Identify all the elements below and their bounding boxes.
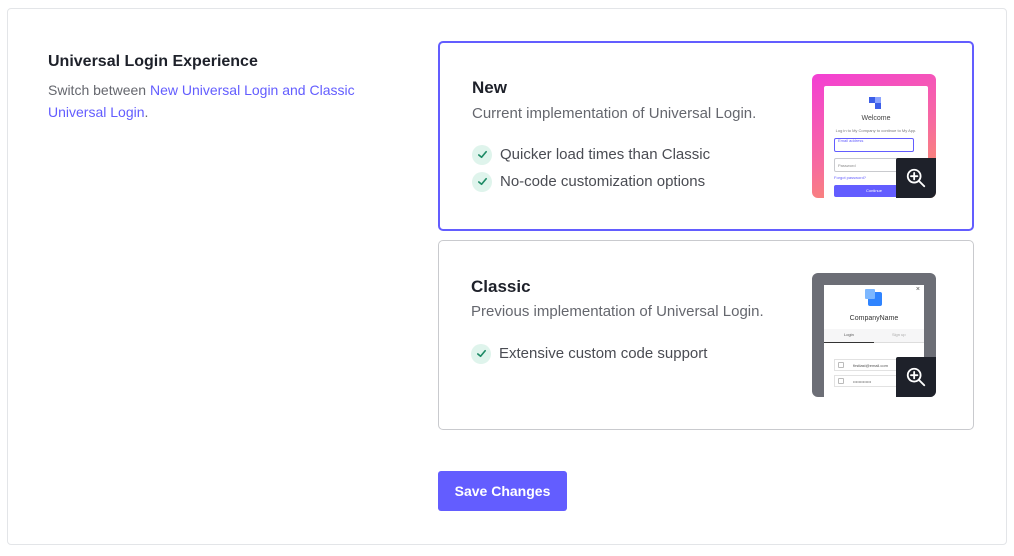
check-icon <box>472 171 492 192</box>
section-title: Universal Login Experience <box>48 53 258 70</box>
feature-label: Extensive custom code support <box>499 345 708 362</box>
zoom-in-icon <box>906 367 926 387</box>
classic-universal-login-option[interactable]: Classic Previous implementation of Unive… <box>438 240 974 430</box>
feature-item: Extensive custom code support <box>471 340 707 367</box>
feature-item: No-code customization options <box>472 168 710 195</box>
feature-list: Extensive custom code support <box>471 340 707 367</box>
preview-company-name: CompanyName <box>849 315 899 322</box>
check-icon <box>472 144 492 165</box>
preview-email-value: firstlast@email.com <box>853 363 888 368</box>
zoom-in-icon <box>906 168 926 188</box>
preview-tabs: Login Sign up <box>824 329 924 343</box>
lock-icon <box>838 378 844 384</box>
classic-login-preview-thumbnail: × CompanyName Login Sign up firstlast@em… <box>812 273 936 397</box>
preview-forgot-link: Forgot password? <box>834 175 867 180</box>
feature-item: Quicker load times than Classic <box>472 141 710 168</box>
preview-tab-signup: Sign up <box>892 332 906 337</box>
description-text: Switch between <box>48 82 150 98</box>
active-tab-indicator <box>824 342 874 343</box>
option-title: Classic <box>471 277 531 296</box>
close-icon: × <box>915 286 920 293</box>
description-end: . <box>144 104 149 120</box>
preview-heading: Welcome <box>861 115 891 122</box>
option-subtitle: Previous implementation of Universal Log… <box>471 303 764 320</box>
new-universal-login-option[interactable]: New Current implementation of Universal … <box>438 41 974 231</box>
preview-password-value: ••••••••••••• <box>853 379 872 384</box>
preview-email-label: Email address <box>838 138 864 143</box>
auth0-logo-icon <box>869 97 881 109</box>
check-icon <box>471 343 491 364</box>
feature-label: No-code customization options <box>500 173 706 190</box>
company-logo-icon <box>865 289 882 306</box>
zoom-preview-button[interactable] <box>896 158 936 198</box>
mail-icon <box>838 362 844 368</box>
preview-tab-login: Login <box>844 332 854 337</box>
preview-password-placeholder: Password <box>838 163 856 168</box>
preview-intro: Log in to My Company to continue to My A… <box>835 128 917 133</box>
save-changes-button[interactable]: Save Changes <box>438 471 567 511</box>
option-title: New <box>472 78 507 97</box>
section-description: Switch between New Universal Login and C… <box>48 79 408 123</box>
zoom-preview-button[interactable] <box>896 357 936 397</box>
preview-email-field: Email address <box>834 138 914 152</box>
new-login-preview-thumbnail: Welcome Log in to My Company to continue… <box>812 74 936 198</box>
feature-list: Quicker load times than Classic No-code … <box>472 141 710 195</box>
option-subtitle: Current implementation of Universal Logi… <box>472 105 757 122</box>
feature-label: Quicker load times than Classic <box>500 146 711 163</box>
